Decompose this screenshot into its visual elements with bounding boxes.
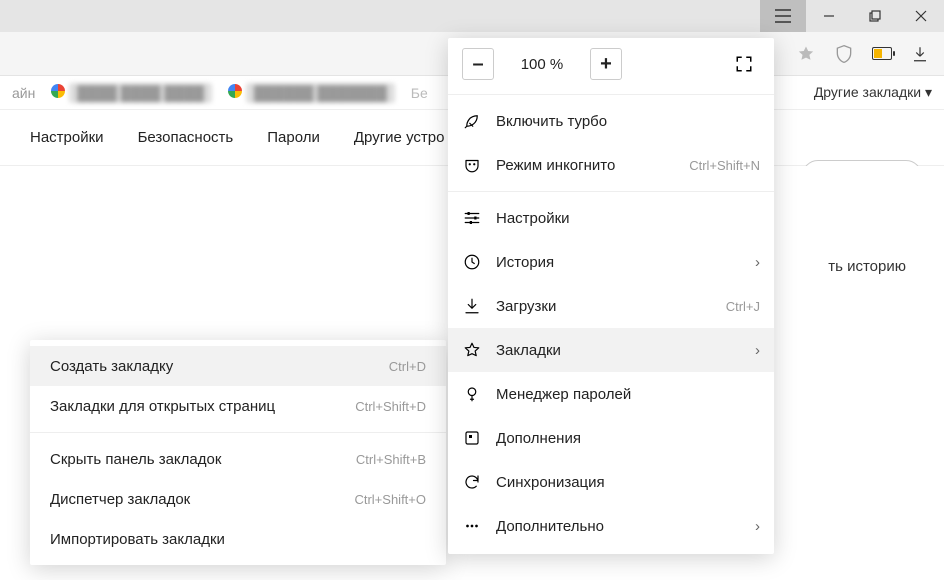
menu-item-dots[interactable]: Дополнительно › [448,504,774,548]
menu-item-label: Синхронизация [496,474,760,491]
sliders-icon [462,209,482,227]
menu-item-label: Закладки [496,342,741,359]
submenu-item[interactable]: Импортировать закладки [30,519,446,559]
clear-history-link[interactable]: ть историю [828,258,906,275]
chevron-right-icon: › [755,254,760,271]
submenu-item[interactable]: Закладки для открытых страницCtrl+Shift+… [30,386,446,426]
submenu-item-label: Закладки для открытых страниц [50,398,355,415]
menu-item-mask[interactable]: Режим инкогнито Ctrl+Shift+N [448,143,774,187]
sync-icon [462,473,482,491]
menu-item-shortcut: Ctrl+J [726,299,760,314]
submenu-item-label: Скрыть панель закладок [50,451,356,468]
menu-item-shortcut: Ctrl+Shift+N [689,158,760,173]
chevron-right-icon: › [755,342,760,359]
menu-item-sync[interactable]: Синхронизация [448,460,774,504]
menu-item-label: Дополнительно [496,518,741,535]
bookmark-fragment[interactable]: айн [12,85,35,101]
menu-item-label: Менеджер паролей [496,386,760,403]
menu-item-sliders[interactable]: Настройки [448,196,774,240]
submenu-item[interactable]: Создать закладкуCtrl+D [30,346,446,386]
clock-icon [462,253,482,271]
battery-icon [872,47,892,60]
nav-other-devices[interactable]: Другие устро [354,129,445,146]
hamburger-menu-button[interactable] [760,0,806,32]
chevron-right-icon: › [755,518,760,535]
rocket-icon [462,112,482,130]
menu-item-key[interactable]: Менеджер паролей [448,372,774,416]
menu-item-star[interactable]: Закладки › [448,328,774,372]
close-button[interactable] [898,0,944,32]
square-icon [462,429,482,447]
menu-item-label: История [496,254,741,271]
menu-item-label: Настройки [496,210,760,227]
main-menu: – 100 % + Включить турбо Режим инкогнито C… [448,38,774,554]
bookmark-item[interactable]: ██████ ███████ [228,84,395,101]
key-icon [462,385,482,403]
menu-item-clock[interactable]: История › [448,240,774,284]
submenu-item-shortcut: Ctrl+Shift+B [356,452,426,467]
dots-icon [462,517,482,535]
bookmark-star-icon[interactable] [796,45,816,63]
minimize-button[interactable] [806,0,852,32]
mask-icon [462,156,482,174]
titlebar [0,0,944,32]
submenu-item[interactable]: Скрыть панель закладокCtrl+Shift+B [30,439,446,479]
fullscreen-button[interactable] [728,48,760,80]
menu-item-square[interactable]: Дополнения [448,416,774,460]
bookmark-item[interactable]: ████ ████ ████ [51,84,212,101]
star-icon [462,341,482,359]
zoom-controls: – 100 % + [448,38,774,90]
menu-item-label: Включить турбо [496,113,760,130]
zoom-out-button[interactable]: – [462,48,494,80]
nav-passwords[interactable]: Пароли [267,129,320,146]
download-icon [462,297,482,315]
downloads-icon[interactable] [910,45,930,63]
submenu-item-shortcut: Ctrl+Shift+O [354,492,426,507]
submenu-item-label: Импортировать закладки [50,531,426,548]
shield-icon[interactable] [834,44,854,64]
menu-item-download[interactable]: Загрузки Ctrl+J [448,284,774,328]
nav-settings[interactable]: Настройки [30,129,104,146]
submenu-item-shortcut: Ctrl+D [389,359,426,374]
submenu-item-label: Создать закладку [50,358,389,375]
menu-item-label: Загрузки [496,298,712,315]
zoom-level: 100 % [502,56,582,73]
nav-security[interactable]: Безопасность [138,129,234,146]
menu-item-rocket[interactable]: Включить турбо [448,99,774,143]
maximize-button[interactable] [852,0,898,32]
submenu-item-label: Диспетчер закладок [50,491,354,508]
menu-item-label: Режим инкогнито [496,157,675,174]
submenu-item[interactable]: Диспетчер закладокCtrl+Shift+O [30,479,446,519]
menu-item-label: Дополнения [496,430,760,447]
submenu-item-shortcut: Ctrl+Shift+D [355,399,426,414]
zoom-in-button[interactable]: + [590,48,622,80]
bookmarks-submenu: Создать закладкуCtrl+DЗакладки для откры… [30,340,446,565]
other-bookmarks-button[interactable]: Другие закладки ▾ [814,84,932,101]
